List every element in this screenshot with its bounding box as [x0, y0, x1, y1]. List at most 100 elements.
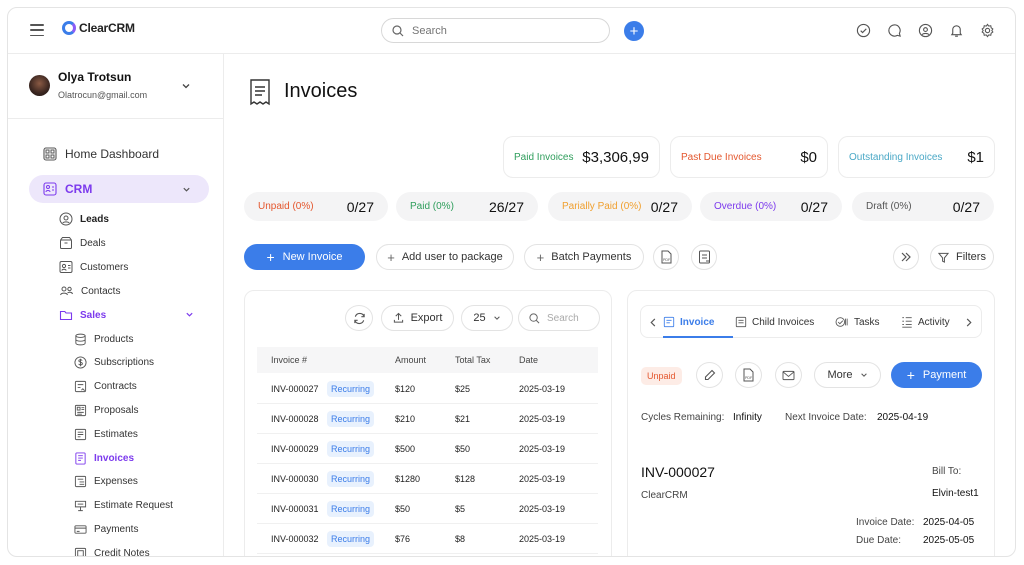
pill-label: Draft (0%): [866, 201, 912, 212]
svg-text:PDF: PDF: [663, 258, 671, 262]
table-row[interactable]: INV-000028 Recurring $210 $21 2025-03-19: [257, 404, 598, 434]
invoice-icon: [663, 316, 675, 328]
sidebar-item-contracts[interactable]: Contracts: [74, 380, 137, 393]
collapse-panel-button[interactable]: [893, 244, 919, 270]
tasks-icon: [835, 317, 848, 327]
new-invoice-button[interactable]: + New Invoice: [244, 244, 365, 270]
table-row[interactable]: INV-000029 Recurring $500 $50 2025-03-19: [257, 434, 598, 464]
tab-activity[interactable]: Activity: [901, 316, 950, 328]
sidebar-item-crm[interactable]: CRM: [29, 175, 209, 203]
sidebar-item-customers[interactable]: Customers: [59, 260, 128, 274]
sidebar-item-home[interactable]: Home Dashboard: [43, 147, 159, 161]
chevron-down-icon[interactable]: [185, 310, 194, 319]
edit-button[interactable]: [696, 362, 723, 388]
invoice-tax: $128: [455, 474, 476, 484]
settings-icon[interactable]: [979, 22, 995, 38]
stat-label: Outstanding Invoices: [849, 151, 943, 163]
sidebar: Olya Trotsun Olatrocun@gmail.com Home Da…: [8, 54, 224, 556]
invoice-amount: $50: [395, 504, 411, 514]
chevron-down-icon[interactable]: [181, 78, 191, 96]
chevron-left-icon[interactable]: [650, 318, 657, 327]
column-header-invoice[interactable]: Invoice #: [271, 355, 307, 365]
pill-value: 0/27: [800, 198, 828, 215]
sidebar-item-proposals[interactable]: Proposals: [74, 404, 138, 417]
proposal-icon: [74, 404, 87, 417]
sidebar-item-payments[interactable]: Payments: [74, 523, 138, 536]
tab-invoice[interactable]: Invoice: [663, 316, 714, 328]
email-button[interactable]: [775, 362, 802, 388]
button-label: Batch Payments: [551, 251, 632, 263]
sidebar-item-invoices[interactable]: Invoices: [74, 452, 134, 465]
status-badge: Recurring: [327, 441, 375, 457]
sidebar-item-credit-notes[interactable]: Credit Notes: [74, 547, 150, 556]
sidebar-item-estimate-request[interactable]: Estimate Request: [74, 499, 173, 512]
check-circle-icon[interactable]: [855, 22, 871, 38]
table-row[interactable]: INV-000032 Recurring $76 $8 2025-03-19: [257, 524, 598, 554]
quick-add-button[interactable]: +: [624, 21, 644, 41]
pdf-button[interactable]: PDF: [735, 362, 762, 388]
sidebar-item-subscriptions[interactable]: Subscriptions: [74, 356, 154, 369]
search-icon: [392, 24, 404, 36]
column-header-amount[interactable]: Amount: [395, 355, 426, 365]
table-row[interactable]: INV-000030 Recurring $1280 $128 2025-03-…: [257, 464, 598, 494]
column-header-total-tax[interactable]: Total Tax: [455, 355, 490, 365]
column-header-date[interactable]: Date: [519, 355, 538, 365]
filter-pill-overdue[interactable]: Overdue (0%) 0/27: [700, 192, 842, 221]
list-search[interactable]: Search: [518, 305, 600, 331]
sidebar-item-sales[interactable]: Sales: [59, 308, 194, 322]
tab-child-invoices[interactable]: Child Invoices: [735, 316, 814, 328]
bill-to-value: Elvin-test1: [932, 488, 979, 499]
logo[interactable]: ClearCRM: [62, 21, 135, 35]
table-row[interactable]: INV-000027 Recurring $120 $25 2025-03-19: [257, 374, 598, 404]
bell-icon[interactable]: [948, 22, 964, 38]
filter-pill-unpaid[interactable]: Unpaid (0%) 0/27: [244, 192, 388, 221]
pill-value: 0/27: [952, 198, 980, 215]
payment-button[interactable]: + Payment: [891, 362, 982, 388]
invoice-amount: $76: [395, 534, 411, 544]
more-dropdown[interactable]: More: [814, 362, 881, 388]
page-size-value: 25: [473, 312, 486, 324]
chevron-down-icon[interactable]: [182, 185, 191, 194]
filter-pill-paid[interactable]: Paid (0%) 26/27: [396, 192, 538, 221]
sidebar-item-leads[interactable]: Leads: [59, 212, 109, 226]
sidebar-item-contacts[interactable]: Contacts: [59, 284, 120, 298]
filter-pill-partially-paid[interactable]: Parially Paid (0%) 0/27: [548, 192, 692, 221]
double-chevron-right-icon: [901, 252, 911, 262]
invoice-id: INV-000029: [271, 444, 319, 454]
sidebar-item-expenses[interactable]: Expenses: [74, 475, 138, 488]
invoice-number: INV-000027: [641, 464, 715, 480]
pdf-export-button[interactable]: PDF: [653, 244, 679, 270]
export-button[interactable]: Export: [381, 305, 454, 331]
stat-past-due-invoices[interactable]: Past Due Invoices $0: [670, 136, 828, 178]
dashboard-icon: [43, 147, 57, 161]
sidebar-item-products[interactable]: Products: [74, 333, 133, 346]
request-icon: [74, 500, 87, 512]
refresh-button[interactable]: [345, 305, 373, 331]
filter-pill-draft[interactable]: Draft (0%) 0/27: [852, 192, 994, 221]
cycles-remaining-label: Cycles Remaining:: [641, 412, 725, 423]
global-search-input[interactable]: [412, 24, 582, 37]
sidebar-item-estimates[interactable]: Estimates: [74, 428, 138, 441]
bulk-actions-button[interactable]: [691, 244, 717, 270]
page-size-select[interactable]: 25: [461, 305, 513, 331]
status-badge: Recurring: [327, 501, 375, 517]
support-icon[interactable]: [917, 22, 933, 38]
sidebar-item-deals[interactable]: Deals: [59, 236, 106, 250]
document-add-icon: [698, 250, 710, 264]
chat-icon[interactable]: [886, 22, 902, 38]
stat-paid-invoices[interactable]: Paid Invoices $3,306,99: [503, 136, 660, 178]
sidebar-item-label: Contacts: [81, 285, 121, 297]
user-profile[interactable]: Olya Trotsun Olatrocun@gmail.com: [29, 70, 199, 100]
table-row[interactable]: INV-000031 Recurring $50 $5 2025-03-19: [257, 494, 598, 524]
tab-tasks[interactable]: Tasks: [835, 316, 880, 328]
stat-outstanding-invoices[interactable]: Outstanding Invoices $1: [838, 136, 995, 178]
chevron-right-icon[interactable]: [965, 318, 972, 327]
contacts-icon: [60, 286, 73, 296]
filters-button[interactable]: Filters: [930, 244, 994, 270]
menu-icon[interactable]: [30, 24, 44, 36]
list-search-placeholder[interactable]: Search: [547, 313, 579, 324]
global-search[interactable]: [381, 18, 610, 43]
batch-payments-button[interactable]: + Batch Payments: [524, 244, 644, 270]
add-user-to-package-button[interactable]: + Add user to package: [376, 244, 514, 270]
receipt-icon: [250, 79, 270, 106]
